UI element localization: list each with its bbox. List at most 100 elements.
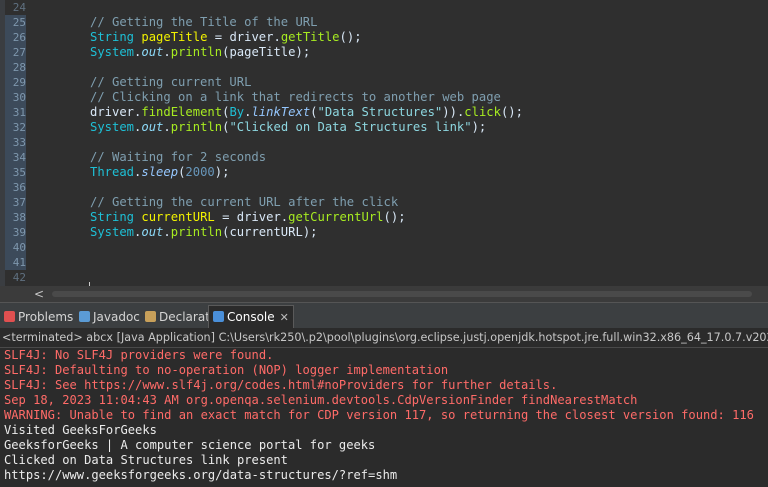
code-line: // Getting current URL	[90, 75, 251, 90]
code-token: =	[207, 30, 230, 44]
javadoc-view-icon	[79, 311, 90, 322]
code-line: Thread.sleep(2000);	[90, 165, 229, 180]
console-view-icon	[213, 311, 224, 322]
code-token: getTitle	[280, 30, 340, 44]
code-token: out	[141, 45, 164, 59]
code-token: currentURL	[141, 210, 215, 224]
code-token: // Getting the current URL after the cli…	[90, 195, 399, 209]
scrollbar-thumb[interactable]	[52, 291, 752, 297]
code-token: );	[471, 120, 487, 134]
line-number: 32	[5, 120, 26, 135]
line-number: 24	[12, 1, 26, 14]
code-token: System	[90, 120, 135, 134]
console-error-line: Sep 18, 2023 11:04:43 AM org.openqa.sele…	[4, 393, 638, 407]
code-token: out	[141, 225, 164, 239]
code-token: .	[163, 120, 171, 134]
code-token: getCurrentUrl	[288, 210, 384, 224]
line-number: 34	[5, 150, 26, 165]
code-token: String	[90, 210, 135, 224]
console-error-line: SLF4J: See https://www.slf4j.org/codes.h…	[4, 378, 558, 392]
line-number-gutter: 24 25 26 27 28 29 30 31 32 33 34 35 36 37 38 39 40 41 42	[0, 0, 28, 286]
code-token: findElement	[141, 105, 223, 119]
code-line: System.out.println("Clicked on Data Stru…	[90, 120, 486, 135]
code-token: // Getting current URL	[90, 75, 252, 89]
console-output-line: GeeksforGeeks | A computer science porta…	[4, 438, 376, 452]
console-output-line: https://www.geeksforgeeks.org/data-struc…	[4, 468, 398, 482]
views-tab-bar: Problems Javadoc Declaration Console ✕	[0, 302, 768, 329]
code-token: System	[90, 225, 135, 239]
line-number: 36	[5, 180, 26, 195]
code-line: String pageTitle = driver.getTitle();	[90, 30, 362, 45]
code-token: );	[214, 165, 230, 179]
code-line: System.out.println(pageTitle);	[90, 45, 310, 60]
code-token: String	[90, 30, 135, 44]
line-number: 26	[5, 30, 26, 45]
code-token: ();	[339, 30, 362, 44]
code-token: "Data Structures"	[317, 105, 443, 119]
console-view[interactable]: <terminated> abcx [Java Application] C:\…	[0, 328, 768, 487]
line-number: 30	[5, 90, 26, 105]
line-number: 42	[12, 271, 26, 284]
code-editor[interactable]: 24 25 26 27 28 29 30 31 32 33 34 35 36 37 38 39 40 41 42 /…	[0, 0, 768, 286]
code-token: (currentURL);	[222, 225, 318, 239]
console-error-line: SLF4J: No SLF4J providers were found.	[4, 348, 274, 362]
tab-problems[interactable]: Problems	[4, 306, 73, 328]
code-token: = driver.	[214, 210, 289, 224]
code-token: .	[163, 225, 171, 239]
code-token: println	[170, 120, 223, 134]
code-token: .	[273, 30, 281, 44]
close-icon[interactable]: ✕	[280, 311, 289, 324]
tab-label: Console	[227, 310, 275, 324]
code-line: // Clicking on a link that redirects to …	[90, 90, 501, 105]
problems-view-icon	[4, 311, 15, 322]
code-area[interactable]: // Getting the Title of the URL String pa…	[90, 0, 760, 286]
code-token: // Waiting for 2 seconds	[90, 150, 267, 164]
console-output-line: Visited GeeksForGeeks	[4, 423, 157, 437]
scroll-left-arrow-icon[interactable]: <	[34, 286, 44, 302]
line-number: 33	[5, 135, 26, 150]
code-token: out	[141, 120, 164, 134]
tab-javadoc[interactable]: Javadoc	[79, 306, 140, 328]
code-token: // Getting the Title of the URL	[90, 15, 318, 29]
line-number: 28	[5, 60, 26, 75]
line-number: 37	[5, 195, 26, 210]
declaration-view-icon	[145, 311, 156, 322]
code-line: driver.findElement(By.linkText("Data Str…	[90, 105, 523, 120]
code-token: sleep	[141, 165, 179, 179]
line-number: 27	[5, 45, 26, 60]
code-token: (pageTitle);	[222, 45, 311, 59]
code-line: // Waiting for 2 seconds	[90, 150, 266, 165]
tab-label: Problems	[18, 310, 74, 324]
code-token: driver	[229, 30, 274, 44]
line-number: 38	[5, 210, 26, 225]
code-token: println	[170, 225, 223, 239]
console-terminated-header: <terminated> abcx [Java Application] C:\…	[2, 331, 768, 344]
line-number: 41	[5, 255, 26, 270]
tab-label: Javadoc	[93, 310, 140, 324]
console-error-line: WARNING: Unable to find an exact match f…	[4, 408, 754, 422]
console-error-line: SLF4J: Defaulting to no-operation (NOP) …	[4, 363, 449, 377]
code-line: // Getting the Title of the URL	[90, 15, 317, 30]
code-token: println	[170, 45, 223, 59]
code-token: System	[90, 45, 135, 59]
line-number: 39	[5, 225, 26, 240]
code-token: linkText	[251, 105, 311, 119]
tab-console[interactable]: Console ✕	[208, 305, 294, 328]
code-token: .	[163, 45, 171, 59]
code-token: 2000	[185, 165, 215, 179]
code-token: ();	[383, 210, 406, 224]
line-number: 29	[5, 75, 26, 90]
code-token: By	[229, 105, 245, 119]
editor-horizontal-scrollbar[interactable]: <	[0, 286, 768, 302]
code-token: click	[464, 105, 501, 119]
code-token: driver.	[90, 105, 142, 119]
code-line: String currentURL = driver.getCurrentUrl…	[90, 210, 406, 225]
code-line: // Getting the current URL after the cli…	[90, 195, 398, 210]
code-token: pageTitle	[141, 30, 208, 44]
code-token: ();	[500, 105, 523, 119]
code-line: System.out.println(currentURL);	[90, 225, 318, 240]
code-token: )).	[442, 105, 465, 119]
code-token: Thread	[90, 165, 135, 179]
line-number: 25	[5, 15, 26, 30]
code-token: "Clicked on Data Structures link"	[229, 120, 472, 134]
